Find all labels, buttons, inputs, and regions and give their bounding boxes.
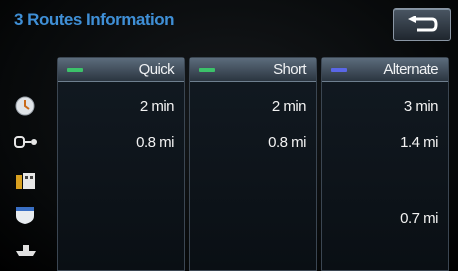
route-name: Short <box>273 61 306 78</box>
clock-icon <box>15 96 35 116</box>
route-header: Short <box>190 58 316 82</box>
route-distance: 0.8 mi <box>136 134 174 151</box>
route-column-alternate[interactable]: Alternate 3 min 1.4 mi 0.7 mi <box>321 57 449 271</box>
route-distance: 0.8 mi <box>268 134 306 151</box>
highway-icon <box>16 207 34 224</box>
route-name: Quick <box>138 61 175 78</box>
ferry-icon <box>16 173 35 189</box>
route-header: Alternate <box>322 58 448 82</box>
route-time: 2 min <box>271 98 307 115</box>
route-color-swatch <box>199 68 215 72</box>
routes-info-screen: 3 Routes Information Quick 2 min 0.8 mi … <box>0 0 458 271</box>
route-color-swatch <box>331 68 347 72</box>
route-column-short[interactable]: Short 2 min 0.8 mi <box>189 57 317 271</box>
route-distance: 1.4 mi <box>400 134 438 151</box>
back-button[interactable] <box>393 8 451 41</box>
route-header: Quick <box>58 58 184 82</box>
page-title: 3 Routes Information <box>14 10 175 29</box>
route-highway-distance: 0.7 mi <box>400 210 438 227</box>
route-column-quick[interactable]: Quick 2 min 0.8 mi <box>57 57 185 271</box>
toll-road-icon <box>14 136 37 148</box>
return-arrow-icon <box>408 16 438 32</box>
route-ferry-icon <box>16 245 36 256</box>
route-time: 2 min <box>139 98 175 115</box>
route-time: 3 min <box>403 98 439 115</box>
route-color-swatch <box>67 68 83 72</box>
route-name: Alternate <box>383 61 438 78</box>
